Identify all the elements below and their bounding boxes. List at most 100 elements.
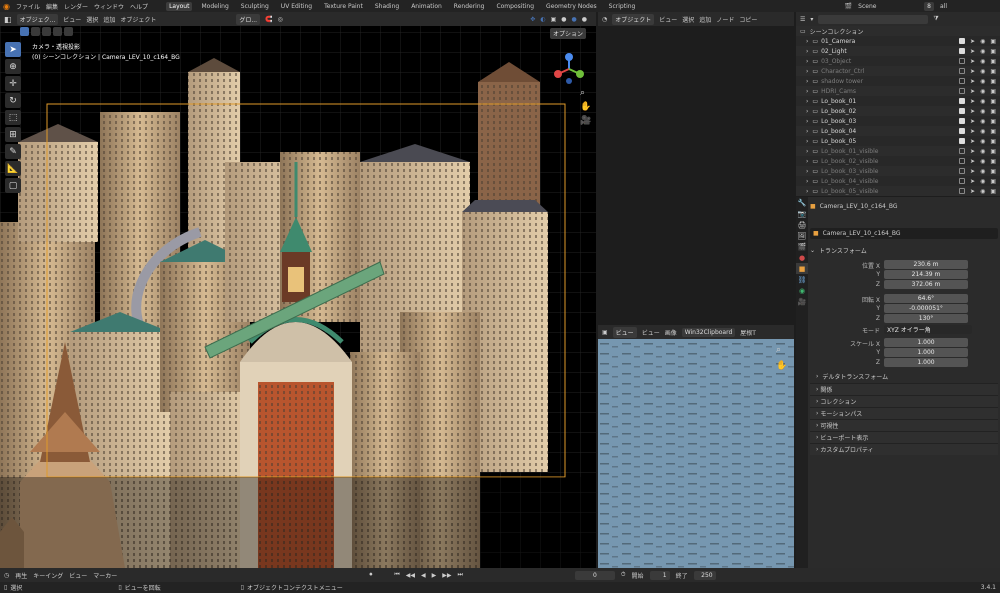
eye-icon[interactable]: ◉ xyxy=(980,148,985,155)
menu-file[interactable]: ファイル xyxy=(16,2,40,11)
rotate-icon[interactable]: ↻ xyxy=(5,93,21,108)
delta-transform-subpanel[interactable]: › デルタトランスフォーム xyxy=(816,371,888,382)
render-camera-icon[interactable]: ▣ xyxy=(990,168,996,175)
outliner-row[interactable]: › ▭ Lo_book_01 ➤ ◉ ▣ xyxy=(796,96,1000,106)
jump-end-icon[interactable]: ⏭ xyxy=(457,571,462,579)
eye-icon[interactable]: ◉ xyxy=(980,78,985,85)
play-icon[interactable]: ▶ xyxy=(432,572,437,579)
section-custom-properties[interactable]: › カスタムプロパティ xyxy=(810,443,998,455)
image-editor-view-mode[interactable]: ビュー xyxy=(612,326,637,338)
eye-icon[interactable]: ◉ xyxy=(980,118,985,125)
rotation-z-field[interactable]: 130° xyxy=(884,314,968,323)
snap-icon[interactable]: 🧲 xyxy=(265,16,272,23)
outliner-row[interactable]: › ▭ 02_Light ➤ ◉ ▣ xyxy=(796,46,1000,56)
view-layer-tab-icon[interactable]: 🖼 xyxy=(796,230,808,241)
eye-icon[interactable]: ◉ xyxy=(980,48,985,55)
rotation-x-field[interactable]: 64.6° xyxy=(884,294,968,303)
shading-solid-icon[interactable]: ● xyxy=(561,16,566,23)
rotation-mode-select[interactable]: XYZ オイラー角 xyxy=(884,325,972,334)
scale-x-field[interactable]: 1.000 xyxy=(884,338,968,347)
location-x-field[interactable]: 230.6 m xyxy=(884,260,968,269)
tab-uv-editing[interactable]: UV Editing xyxy=(278,2,315,11)
cursor-icon[interactable]: ⊕ xyxy=(5,59,21,74)
timeline-type-icon[interactable]: ◷ xyxy=(4,572,9,579)
scene-frame-index[interactable]: 8 xyxy=(924,1,934,11)
outliner-row[interactable]: › ▭ shadow tower ➤ ◉ ▣ xyxy=(796,76,1000,86)
image-menu-view[interactable]: ビュー xyxy=(642,328,660,337)
node-menu-node[interactable]: ノード xyxy=(716,15,734,24)
tab-compositing[interactable]: Compositing xyxy=(493,2,537,11)
outliner-row[interactable]: › ▭ 03_Object ➤ ◉ ▣ xyxy=(796,56,1000,66)
chevron-right-icon[interactable]: › xyxy=(806,128,808,135)
eye-icon[interactable]: ◉ xyxy=(980,138,985,145)
end-frame-field[interactable]: 250 xyxy=(693,570,716,580)
outliner-row[interactable]: › ▭ Lo_book_02_visible ➤ ◉ ▣ xyxy=(796,156,1000,166)
node-editor-type-icon[interactable]: ◔ xyxy=(602,16,607,23)
select-extend-icon[interactable] xyxy=(31,27,40,36)
chevron-right-icon[interactable]: › xyxy=(806,168,808,175)
outliner-row[interactable]: › ▭ 01_Camera ➤ ◉ ▣ xyxy=(796,36,1000,46)
zoom-icon[interactable]: ⌕ xyxy=(580,88,585,98)
exclude-checkbox[interactable] xyxy=(959,117,966,124)
current-frame-field[interactable]: 0 xyxy=(574,570,615,580)
chevron-right-icon[interactable]: › xyxy=(806,138,808,145)
node-menu-select[interactable]: 選択 xyxy=(682,15,694,24)
select-arrow-icon[interactable]: ➤ xyxy=(970,88,975,95)
render-tab-icon[interactable]: 📷 xyxy=(796,208,808,219)
outliner-row[interactable]: › ▭ Lo_book_03_visible ➤ ◉ ▣ xyxy=(796,166,1000,176)
menu-edit[interactable]: 編集 xyxy=(46,2,58,11)
menu-window[interactable]: ウィンドウ xyxy=(94,2,124,11)
section-visibility[interactable]: › 可視性 xyxy=(810,419,998,431)
exclude-checkbox[interactable] xyxy=(959,137,966,144)
exclude-checkbox[interactable] xyxy=(959,37,966,44)
physics-tab-icon[interactable]: ◉ xyxy=(796,285,808,296)
render-camera-icon[interactable]: ▣ xyxy=(990,138,996,145)
rotation-y-field[interactable]: -0.000051° xyxy=(884,304,968,313)
chevron-right-icon[interactable]: › xyxy=(806,118,808,125)
render-camera-icon[interactable]: ▣ xyxy=(990,128,996,135)
world-tab-icon[interactable]: ● xyxy=(796,252,808,263)
exclude-checkbox[interactable] xyxy=(959,147,966,154)
constraint-tab-icon[interactable]: ⛓ xyxy=(796,274,808,285)
location-y-field[interactable]: 214.39 m xyxy=(884,270,968,279)
tab-modeling[interactable]: Modeling xyxy=(198,2,231,11)
location-z-field[interactable]: 372.06 m xyxy=(884,280,968,289)
outliner-row[interactable]: › ▭ Lo_book_02 ➤ ◉ ▣ xyxy=(796,106,1000,116)
outliner-row[interactable]: › ▭ Lo_book_03 ➤ ◉ ▣ xyxy=(796,116,1000,126)
eye-icon[interactable]: ◉ xyxy=(980,168,985,175)
exclude-checkbox[interactable] xyxy=(959,107,966,114)
select-new-icon[interactable] xyxy=(20,27,29,36)
tab-texture-paint[interactable]: Texture Paint xyxy=(321,2,366,11)
outliner-display-mode-icon[interactable]: ▾ xyxy=(810,16,813,23)
select-arrow-icon[interactable]: ➤ xyxy=(970,68,975,75)
exclude-checkbox[interactable] xyxy=(959,87,966,94)
viewport-3d[interactable]: ◧ オブジェク... ビュー 選択 追加 オブジェクト グロ... 🧲 ◎ ✥ … xyxy=(0,12,596,568)
select-invert-icon[interactable] xyxy=(53,27,62,36)
eye-icon[interactable]: ◉ xyxy=(980,68,985,75)
section-relations[interactable]: › 関係 xyxy=(810,383,998,395)
image-editor[interactable]: ▣ ビュー ビュー 画像 Win32Clipboard 屋根T ⌕ ✋ xyxy=(598,325,794,568)
eye-icon[interactable]: ◉ xyxy=(980,38,985,45)
chevron-right-icon[interactable]: › xyxy=(806,178,808,185)
scale-z-field[interactable]: 1.000 xyxy=(884,358,968,367)
scale-icon[interactable]: ⬚ xyxy=(5,110,21,125)
camera-data-tab-icon[interactable]: 🎥 xyxy=(796,296,808,307)
node-menu-view[interactable]: ビュー xyxy=(659,15,677,24)
shading-render-icon[interactable]: ● xyxy=(582,16,587,23)
select-arrow-icon[interactable]: ➤ xyxy=(970,178,975,185)
image-hand-icon[interactable]: ✋ xyxy=(776,361,787,371)
prev-key-icon[interactable]: ◀◀ xyxy=(406,572,415,579)
tab-geometry-nodes[interactable]: Geometry Nodes xyxy=(543,2,600,11)
image-name-field[interactable]: Win32Clipboard xyxy=(681,327,736,337)
eye-icon[interactable]: ◉ xyxy=(980,108,985,115)
chevron-right-icon[interactable]: › xyxy=(806,188,808,195)
node-menu-add[interactable]: 追加 xyxy=(699,15,711,24)
add-cube-icon[interactable]: ▢ xyxy=(5,178,21,193)
play-reverse-icon[interactable]: ◀ xyxy=(421,572,426,579)
render-camera-icon[interactable]: ▣ xyxy=(990,48,996,55)
select-arrow-icon[interactable]: ➤ xyxy=(970,168,975,175)
exclude-checkbox[interactable] xyxy=(959,47,966,54)
outliner-row[interactable]: › ▭ Lo_book_05 ➤ ◉ ▣ xyxy=(796,136,1000,146)
outliner-row[interactable]: › ▭ Lo_book_04_visible ➤ ◉ ▣ xyxy=(796,176,1000,186)
exclude-checkbox[interactable] xyxy=(959,157,966,164)
